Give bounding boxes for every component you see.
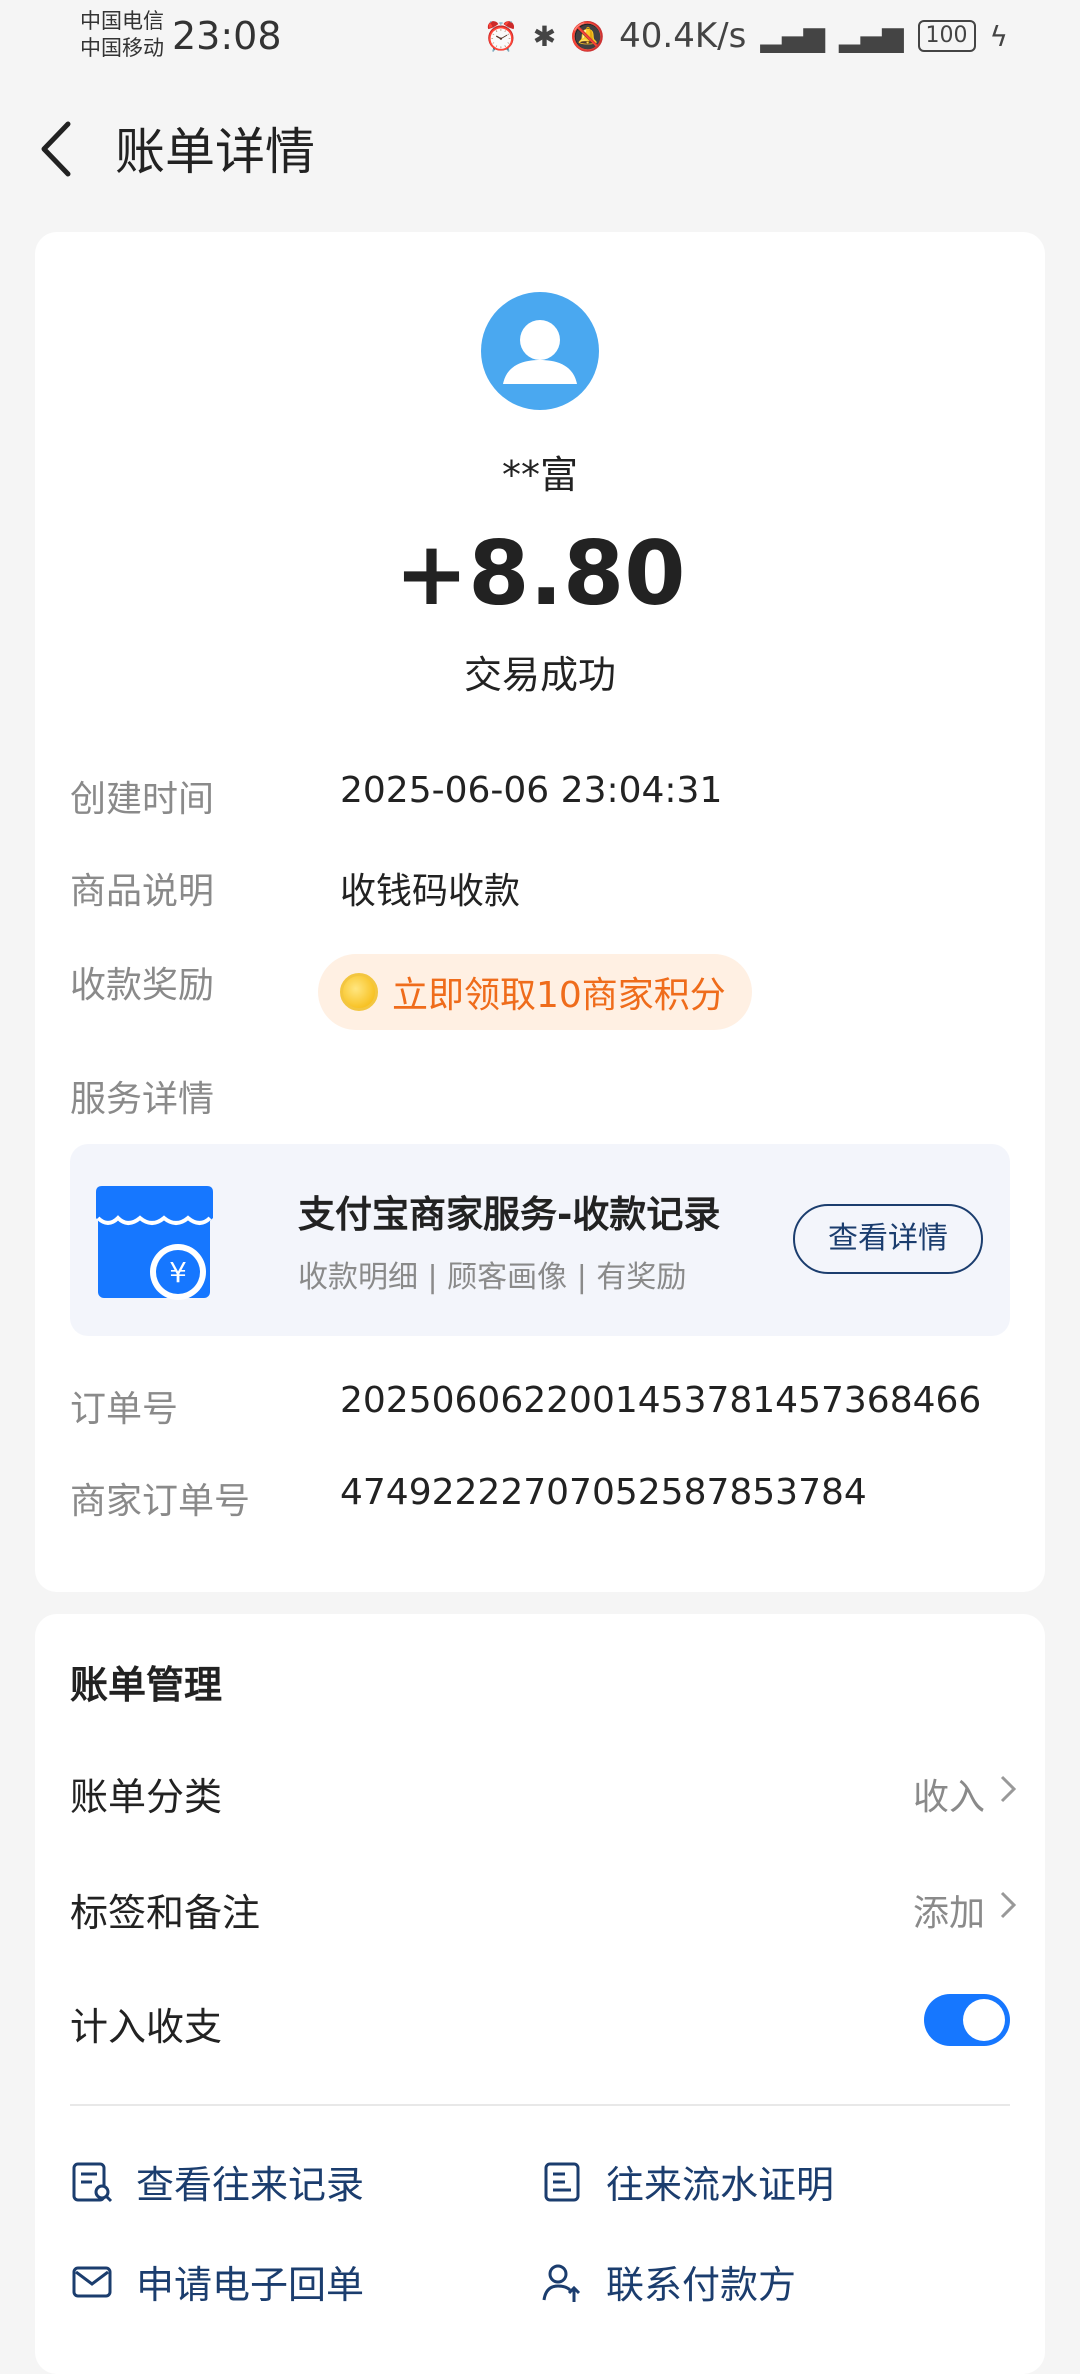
user-icon bbox=[503, 320, 577, 384]
bill-management-card: 账单管理 账单分类 收入 标签和备注 添加 计入收支 查看往来记录 往来流水证明 bbox=[35, 1614, 1045, 2374]
signal-icon: ▂▄▆ bbox=[760, 19, 825, 53]
contact-payer-label: 联系付款方 bbox=[606, 2263, 797, 2307]
reward-button[interactable]: 立即领取10商家积分 bbox=[318, 954, 752, 1030]
svg-text:¥: ¥ bbox=[169, 1256, 187, 1289]
carrier-1: 中国电信 bbox=[80, 9, 164, 33]
e-receipt-link[interactable]: 申请电子回单 bbox=[70, 2254, 364, 2309]
transaction-status: 交易成功 bbox=[463, 653, 616, 697]
e-receipt-label: 申请电子回单 bbox=[136, 2263, 365, 2307]
network-speed: 40.4K/s bbox=[619, 16, 747, 56]
service-subtitle: 收款明细 | 顾客画像 | 有奖励 bbox=[298, 1260, 687, 1295]
carrier-2: 中国移动 bbox=[80, 36, 164, 60]
records-icon bbox=[72, 2162, 113, 2202]
divider bbox=[70, 2104, 1010, 2106]
reward-label: 收款奖励 bbox=[70, 965, 215, 1006]
include-label: 计入收支 bbox=[70, 2005, 223, 2049]
document-icon bbox=[544, 2162, 580, 2201]
tag-value: 添加 bbox=[912, 1893, 985, 1934]
created-time-label: 创建时间 bbox=[70, 779, 215, 820]
page-title: 账单详情 bbox=[115, 123, 315, 181]
flow-proof-label: 往来流水证明 bbox=[606, 2163, 835, 2207]
tag-label: 标签和备注 bbox=[70, 1891, 261, 1935]
payer-name: **富 bbox=[501, 453, 578, 497]
chevron-right-icon bbox=[1000, 1891, 1017, 1919]
merchant-service-box[interactable]: ¥ 支付宝商家服务-收款记录 收款明细 | 顾客画像 | 有奖励 查看详情 bbox=[70, 1144, 1010, 1336]
description-label: 商品说明 bbox=[70, 871, 215, 912]
back-arrow-icon[interactable] bbox=[38, 114, 78, 184]
view-history-label: 查看往来记录 bbox=[136, 2163, 365, 2207]
status-bar: 中国电信 中国移动 23:08 ⏰ ✱ 🔕 40.4K/s ▂▄▆ ▂▄▆ 10… bbox=[0, 0, 1080, 72]
mute-bell-icon: 🔕 bbox=[570, 19, 606, 53]
description-value: 收钱码收款 bbox=[340, 871, 521, 912]
status-clock: 23:08 bbox=[172, 14, 282, 58]
charging-icon: ϟ bbox=[989, 19, 1008, 53]
chevron-right-icon bbox=[1000, 1775, 1017, 1803]
battery-icon: 100 bbox=[917, 20, 976, 52]
bill-card: **富 +8.80 交易成功 创建时间 2025-06-06 23:04:31 … bbox=[35, 232, 1045, 1592]
order-number-label: 订单号 bbox=[70, 1389, 179, 1430]
status-icons: ⏰ ✱ 🔕 40.4K/s ▂▄▆ ▂▄▆ 100 ϟ bbox=[484, 16, 1008, 56]
category-value: 收入 bbox=[912, 1777, 985, 1818]
service-label: 服务详情 bbox=[70, 1079, 215, 1120]
order-number-value: 2025060622001453781457368466 bbox=[340, 1380, 982, 1421]
view-history-link[interactable]: 查看往来记录 bbox=[70, 2154, 364, 2209]
contact-user-icon bbox=[542, 2264, 581, 2302]
include-toggle[interactable] bbox=[924, 1994, 1010, 2046]
alarm-icon: ⏰ bbox=[483, 19, 519, 53]
created-time-value: 2025-06-06 23:04:31 bbox=[340, 770, 723, 811]
contact-payer-link[interactable]: 联系付款方 bbox=[540, 2254, 796, 2309]
mail-icon bbox=[72, 2266, 112, 2297]
view-details-button[interactable]: 查看详情 bbox=[793, 1204, 983, 1274]
bluetooth-icon: ✱ bbox=[532, 19, 557, 53]
avatar[interactable] bbox=[481, 292, 599, 410]
amount: +8.80 bbox=[394, 522, 686, 625]
signal-icon-2: ▂▄▆ bbox=[838, 19, 904, 53]
carrier-info: 中国电信 中国移动 bbox=[80, 8, 164, 62]
reward-text: 立即领取10商家积分 bbox=[392, 975, 726, 1016]
service-title: 支付宝商家服务-收款记录 bbox=[298, 1193, 721, 1236]
management-title: 账单管理 bbox=[70, 1663, 223, 1707]
toggle-knob bbox=[963, 1999, 1005, 2041]
header: 账单详情 bbox=[0, 110, 1080, 190]
category-label: 账单分类 bbox=[70, 1775, 223, 1819]
merchant-store-icon: ¥ bbox=[96, 1186, 213, 1300]
coin-icon bbox=[340, 973, 378, 1011]
merchant-order-value: 47492222707052587853784 bbox=[340, 1472, 867, 1513]
merchant-order-label: 商家订单号 bbox=[70, 1481, 251, 1522]
flow-proof-link[interactable]: 往来流水证明 bbox=[540, 2154, 834, 2209]
